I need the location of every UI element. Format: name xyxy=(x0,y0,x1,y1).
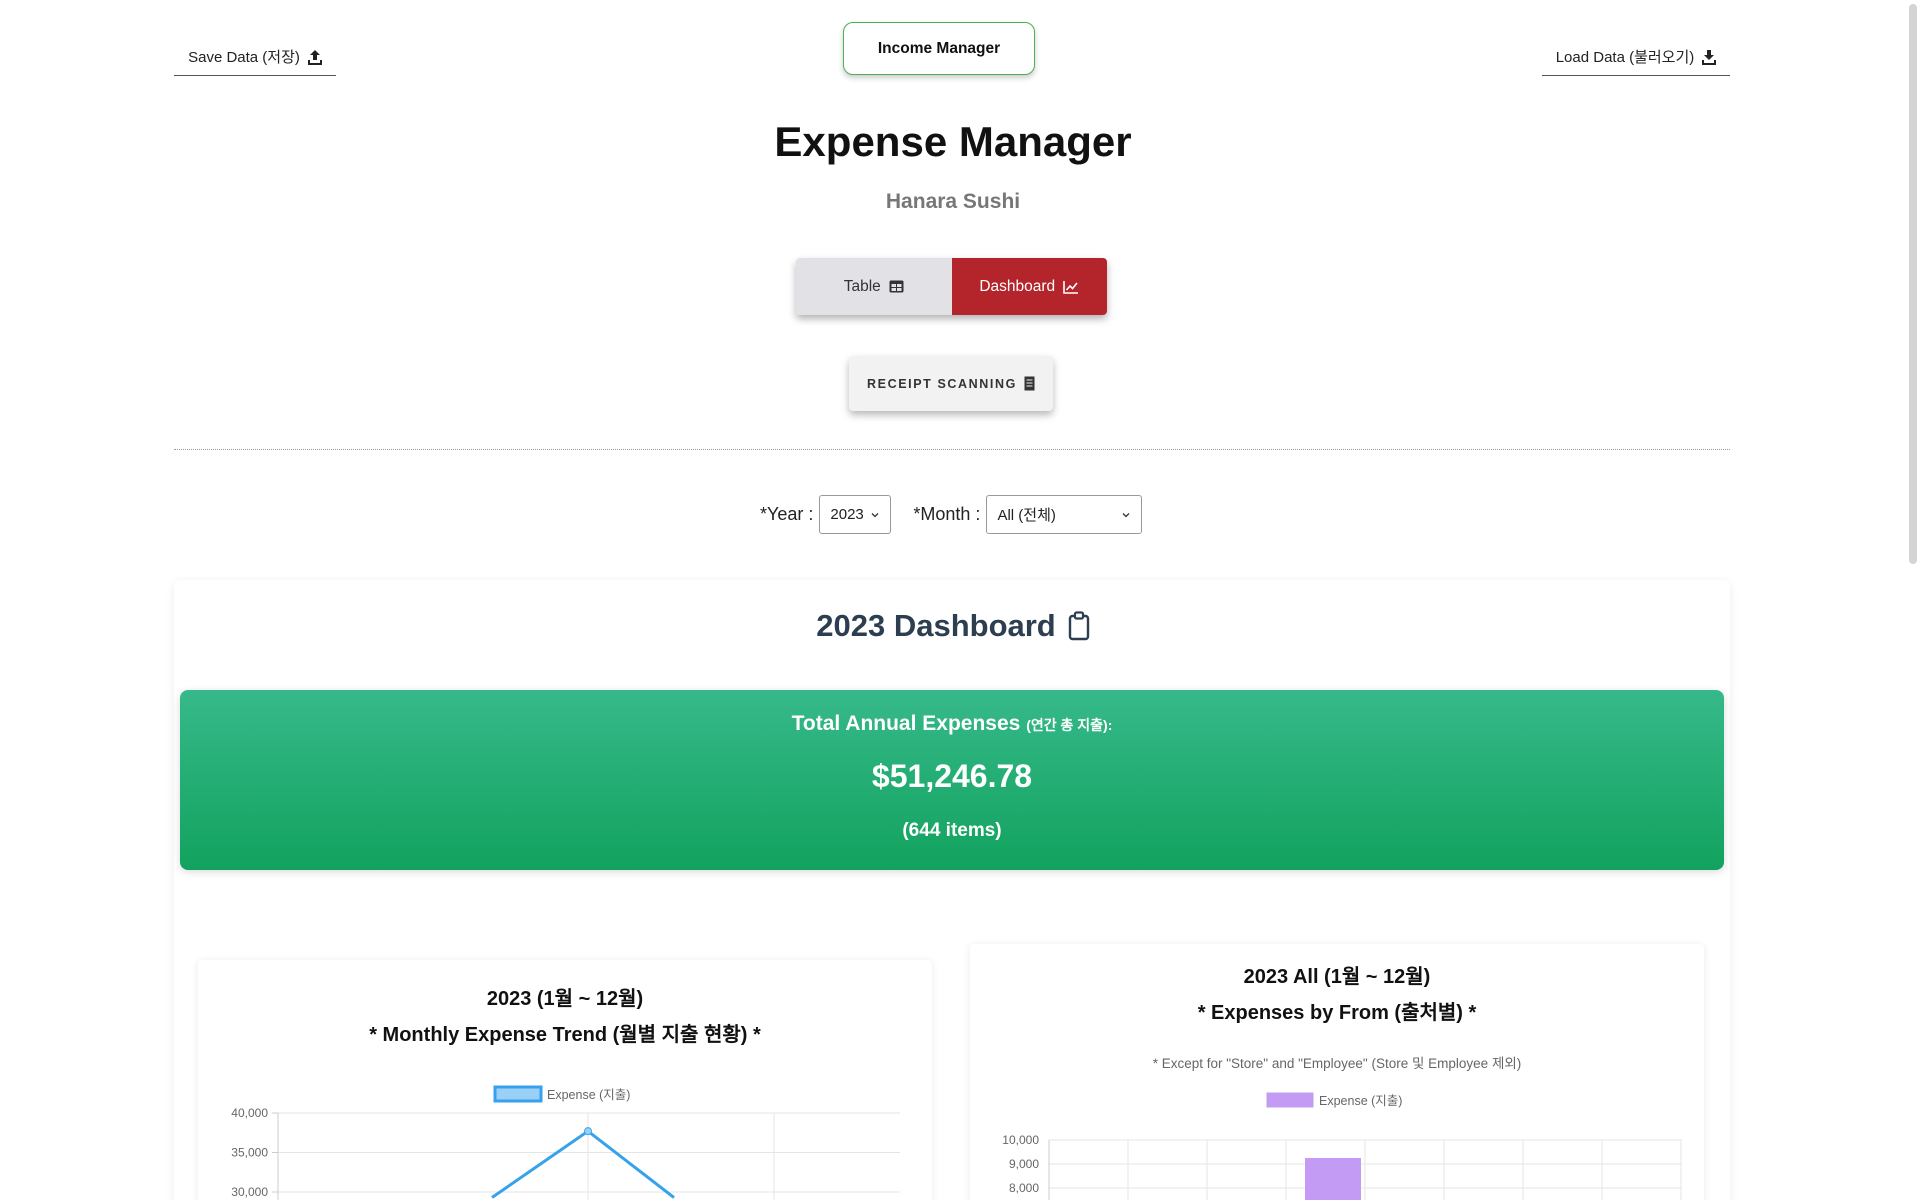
save-data-label: Save Data (저장) xyxy=(188,49,300,66)
y-tick-label: 40,000 xyxy=(231,1106,268,1120)
clipboard-icon xyxy=(1068,611,1089,641)
legend-swatch xyxy=(1266,1092,1314,1108)
chart-subtitle: * Expenses by From (출처별) * xyxy=(1197,1002,1477,1024)
save-data-button[interactable]: Save Data (저장) xyxy=(174,38,336,76)
month-label: *Month : xyxy=(913,504,981,524)
year-select[interactable]: 2023 xyxy=(819,495,892,534)
legend-label: Expense (지출) xyxy=(547,1088,630,1102)
dashboard-title: 2023 Dashboard xyxy=(0,608,1906,644)
expenses-by-from-chart-card: 2023 All (1월 ~ 12월) * Expenses by From (… xyxy=(970,944,1704,1200)
monthly-trend-chart-card: 2023 (1월 ~ 12월) * Monthly Expense Trend … xyxy=(198,960,932,1200)
chart-title: 2023 (1월 ~ 12월) xyxy=(486,988,644,1010)
income-manager-button[interactable]: Income Manager xyxy=(843,22,1035,75)
load-data-button[interactable]: Load Data (불러오기) xyxy=(1542,38,1730,76)
page-title: Expense Manager xyxy=(774,118,1132,165)
total-label-en: Total Annual Expenses xyxy=(791,712,1021,735)
chevron-down-icon xyxy=(871,512,879,517)
data-point xyxy=(584,1127,592,1136)
table-view-button[interactable]: Table xyxy=(796,258,952,315)
month-select-value: All (전체) xyxy=(997,507,1056,524)
receipt-scanning-label: RECEIPT SCANNING xyxy=(867,376,1017,391)
business-name: Hanara Sushi xyxy=(885,190,1021,213)
page-scrollbar[interactable] xyxy=(1906,0,1920,1200)
y-tick-label: 9,000 xyxy=(1009,1157,1039,1171)
total-expenses-count: (644 items) xyxy=(902,820,1002,841)
upload-icon xyxy=(307,49,322,65)
legend-label: Expense (지출) xyxy=(1319,1094,1402,1108)
line-chart-icon xyxy=(1063,280,1079,294)
section-divider xyxy=(174,449,1730,450)
chart-note: * Except for "Store" and "Employee" (Sto… xyxy=(1152,1056,1522,1071)
chart-subtitle: * Monthly Expense Trend (월별 지출 현황) * xyxy=(369,1024,761,1046)
year-label: *Year : xyxy=(760,504,814,524)
total-label-kr: (연간 총 지출): xyxy=(1026,717,1113,733)
view-toggle: Table Dashboard xyxy=(796,258,1107,315)
bar xyxy=(1305,1158,1361,1200)
y-tick-label: 8,000 xyxy=(1009,1181,1039,1195)
filter-bar: *Year : 2023 *Month : All (전체) xyxy=(760,495,1143,534)
chevron-down-icon xyxy=(1122,512,1130,517)
scrollbar-thumb[interactable] xyxy=(1909,4,1917,564)
line-chart: Expense (지출) 40,000 35,000 30,000 xyxy=(231,1085,900,1200)
receipt-icon xyxy=(1024,376,1035,391)
year-select-value: 2023 xyxy=(830,506,864,523)
y-tick-label: 10,000 xyxy=(1002,1133,1039,1147)
month-select[interactable]: All (전체) xyxy=(986,495,1143,534)
download-icon xyxy=(1702,49,1717,65)
total-expenses-label: Total Annual Expenses (연간 총 지출): xyxy=(180,712,1724,736)
dashboard-view-label: Dashboard xyxy=(979,277,1056,295)
y-tick-label: 35,000 xyxy=(231,1146,268,1160)
total-expenses-box: Total Annual Expenses (연간 총 지출): $51,246… xyxy=(180,690,1724,870)
receipt-scanning-button[interactable]: RECEIPT SCANNING xyxy=(849,356,1053,411)
y-tick-label: 30,000 xyxy=(231,1185,268,1199)
dashboard-title-text: 2023 Dashboard xyxy=(816,608,1056,643)
legend-swatch xyxy=(493,1085,543,1103)
total-expenses-amount: $51,246.78 xyxy=(871,758,1033,794)
chart-title: 2023 All (1월 ~ 12월) xyxy=(1243,966,1431,988)
income-manager-label: Income Manager xyxy=(877,39,1001,57)
series-line xyxy=(491,1129,675,1199)
bar-chart: Expense (지출) 10,000 9,000 8,000 xyxy=(1002,1092,1682,1200)
dashboard-view-button[interactable]: Dashboard xyxy=(951,258,1107,315)
table-icon xyxy=(889,280,904,293)
table-view-label: Table xyxy=(843,277,881,295)
load-data-label: Load Data (불러오기) xyxy=(1555,49,1695,66)
